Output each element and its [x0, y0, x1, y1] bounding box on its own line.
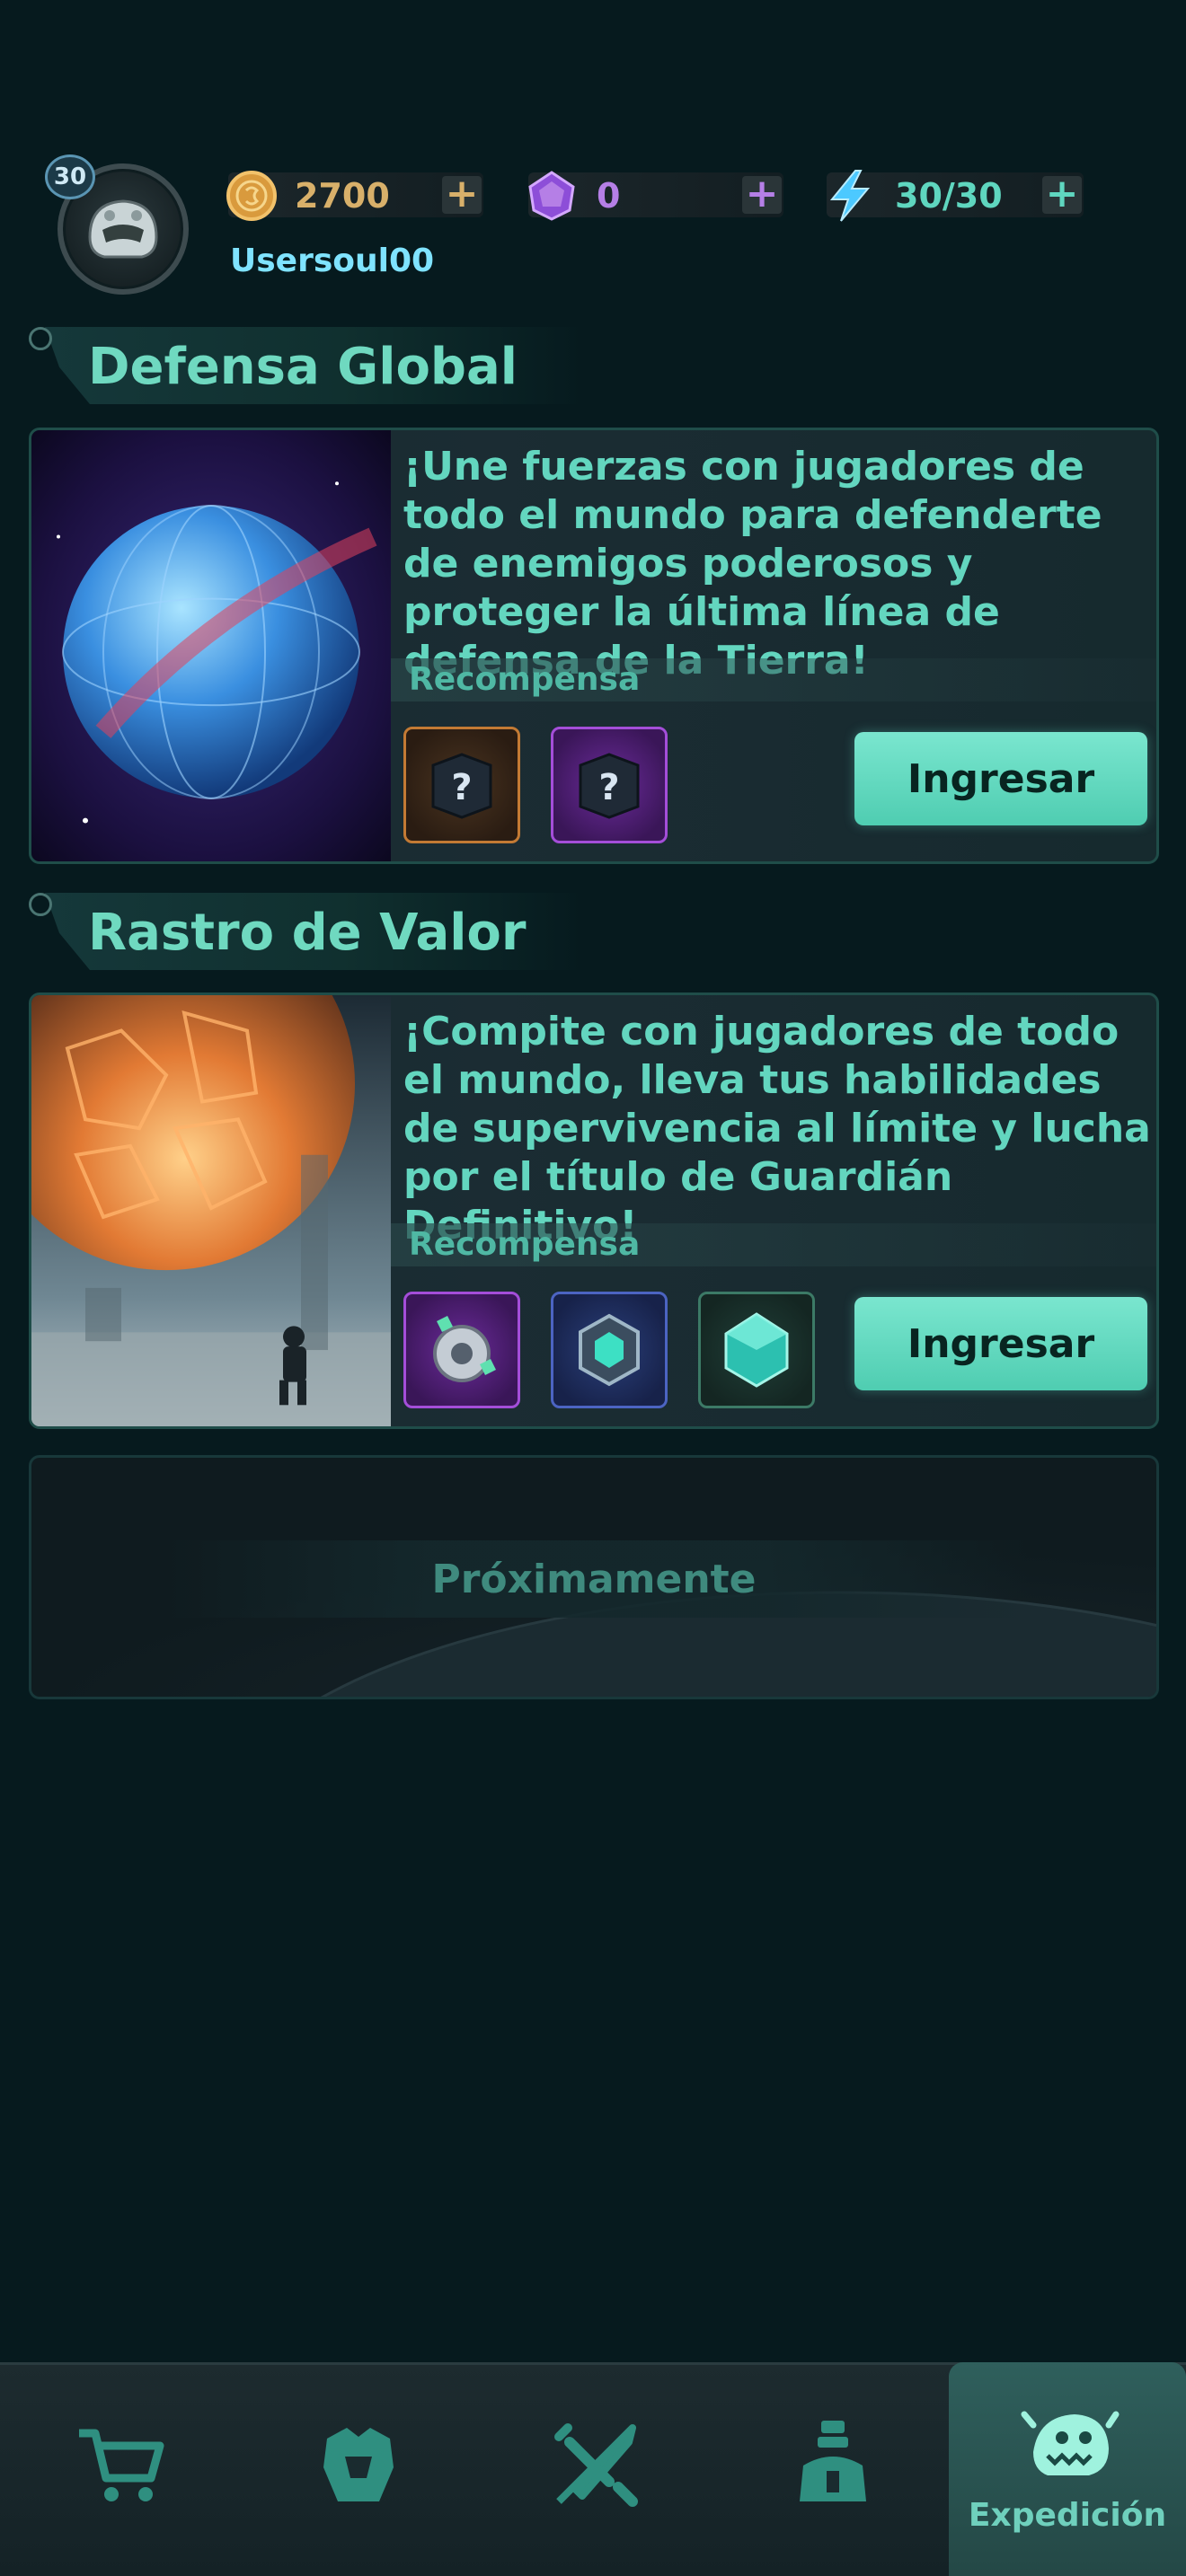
monster-icon — [1021, 2411, 1120, 2475]
energy-counter: 30/30 + — [827, 170, 1084, 222]
lightning-icon — [829, 170, 871, 222]
svg-text:?: ? — [451, 767, 472, 808]
event-description: ¡Compite con jugadores de todo el mundo,… — [403, 1009, 1151, 1248]
section-title-rastro-de-valor: Rastro de Valor — [27, 893, 584, 970]
coin-value: 2700 — [295, 176, 390, 216]
enter-button-defensa-global[interactable]: Ingresar — [854, 732, 1147, 825]
nav-item-battle[interactable] — [474, 2365, 717, 2576]
add-energy-button[interactable]: + — [1042, 174, 1082, 214]
add-coins-button[interactable]: + — [442, 174, 482, 214]
expedition-screen: 30 Usersoul00 2700 + 0 + 30/30 + Defensa… — [0, 0, 1186, 2576]
reward-item[interactable]: ? — [403, 727, 520, 843]
chip-icon — [433, 1316, 496, 1382]
crystal-icon — [724, 1312, 789, 1388]
enter-button-rastro-de-valor[interactable]: Ingresar — [854, 1297, 1147, 1390]
mystery-box-icon: ? — [431, 753, 492, 819]
level-badge: 30 — [45, 154, 95, 199]
bottom-nav: Expedición — [0, 2362, 1186, 2576]
reward-item[interactable] — [698, 1292, 815, 1408]
lava-planet-icon — [31, 995, 391, 1426]
nav-item-base[interactable] — [712, 2365, 954, 2576]
core-icon — [579, 1313, 640, 1387]
nav-item-gear[interactable] — [237, 2365, 480, 2576]
energy-value: 30/30 — [895, 176, 1003, 216]
coin-icon — [226, 171, 277, 221]
reward-label: Recompensa — [391, 658, 1156, 701]
gem-counter: 0 + — [528, 171, 783, 221]
cart-icon — [79, 2429, 164, 2501]
globe-warning-icon — [31, 430, 391, 861]
reward-item[interactable] — [551, 1292, 668, 1408]
add-gems-button[interactable]: + — [742, 174, 782, 214]
reward-item[interactable] — [403, 1292, 520, 1408]
coin-counter: 2700 + — [226, 171, 483, 221]
section-title-defensa-global: Defensa Global — [27, 327, 584, 404]
nav-item-shop[interactable] — [0, 2365, 243, 2576]
coming-soon-card: Próximamente — [29, 1455, 1159, 1699]
svg-text:?: ? — [598, 767, 619, 808]
section-title-text: Rastro de Valor — [88, 904, 527, 962]
username: Usersoul00 — [230, 243, 435, 279]
nav-item-expedition[interactable]: Expedición — [949, 2362, 1186, 2576]
crossed-swords-icon — [554, 2423, 638, 2507]
mystery-box-icon: ? — [579, 753, 640, 819]
armor-icon — [323, 2428, 394, 2501]
event-description: ¡Une fuerzas con jugadores de todo el mu… — [403, 444, 1102, 684]
gem-value: 0 — [597, 176, 621, 216]
reward-label: Recompensa — [391, 1223, 1156, 1266]
reward-item[interactable]: ? — [551, 727, 668, 843]
helmet-icon — [88, 199, 158, 259]
gem-icon — [528, 171, 575, 221]
nav-label-expedition: Expedición — [968, 2497, 1167, 2534]
tower-icon — [800, 2421, 866, 2501]
section-title-text: Defensa Global — [88, 338, 518, 396]
coming-soon-label: Próximamente — [431, 1557, 757, 1602]
event-card-defensa-global: ¡Une fuerzas con jugadores de todo el mu… — [29, 428, 1159, 864]
event-card-rastro-de-valor: ¡Compite con jugadores de todo el mundo,… — [29, 992, 1159, 1429]
